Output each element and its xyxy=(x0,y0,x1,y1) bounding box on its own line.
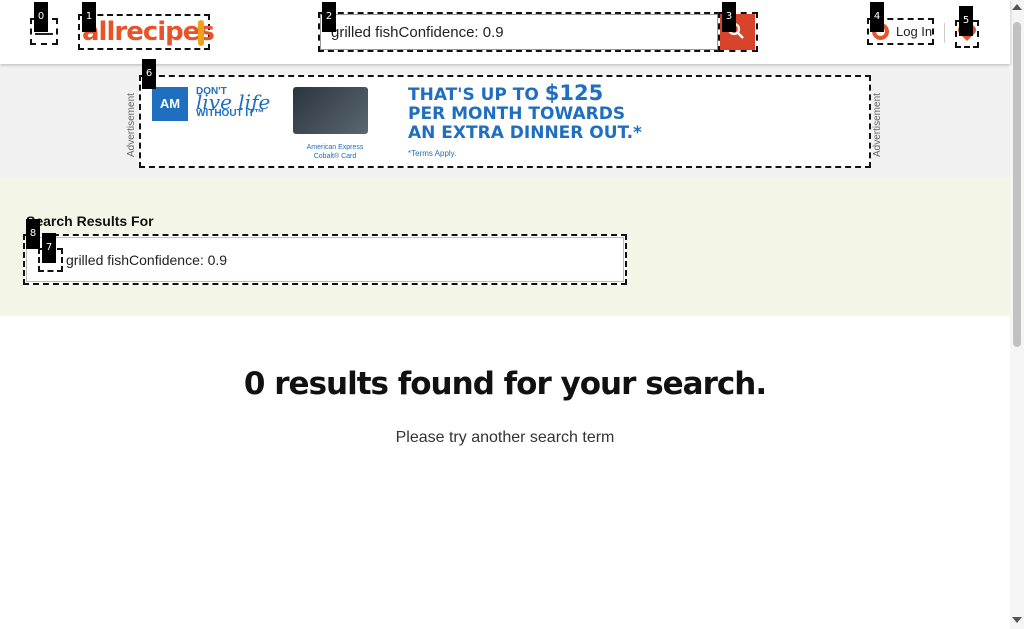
amex-logo: AM EX xyxy=(152,87,188,145)
scroll-down-arrow[interactable] xyxy=(1012,617,1022,623)
badge-3: 3 xyxy=(722,2,736,32)
badge-0: 0 xyxy=(34,2,48,32)
ad-label-left: Advertisement xyxy=(126,93,137,157)
badge-8: 8 xyxy=(26,219,40,249)
results-term: grilled fishConfidence: 0.9 xyxy=(66,252,228,268)
ad-headline: THAT'S UP TO $125 PER MONTH TOWARDS AN E… xyxy=(408,81,642,143)
spoon-icon xyxy=(198,20,204,46)
search-input[interactable] xyxy=(320,14,718,50)
card-label: American Express Cobalt® Card xyxy=(306,144,364,160)
scroll-thumb[interactable] xyxy=(1013,22,1021,347)
headline-line-2: PER MONTH TOWARDS xyxy=(408,104,626,124)
badge-1: 1 xyxy=(82,2,96,32)
badge-7: 7 xyxy=(42,233,56,263)
search-box xyxy=(318,12,720,52)
scroll-up-arrow[interactable] xyxy=(1012,4,1022,10)
header-divider xyxy=(944,23,945,43)
logo-text: allrecipes xyxy=(82,17,215,47)
badge-4: 4 xyxy=(870,2,884,32)
login-label: Log In xyxy=(896,24,933,39)
badge-6: 6 xyxy=(142,59,156,89)
no-results-subtext: Please try another search term xyxy=(395,429,615,446)
headline-pre: THAT'S UP TO xyxy=(408,85,545,105)
tagline-line-3: WITHOUT IT™ xyxy=(196,108,265,119)
tagline-line-2: live life xyxy=(196,90,271,114)
headline-amount: $125 xyxy=(544,81,604,105)
badge-5: 5 xyxy=(959,6,973,36)
badge-2: 2 xyxy=(322,2,336,32)
ad-label-right: Advertisement xyxy=(872,93,883,157)
ad-tagline: DON'T live life WITHOUT IT™ xyxy=(196,86,270,119)
hamburger-icon xyxy=(35,33,53,35)
ad-terms: *Terms Apply. xyxy=(408,149,457,158)
results-title: Search Results For xyxy=(26,213,154,229)
headline-line-3: AN EXTRA DINNER OUT.* xyxy=(408,123,642,143)
credit-card-image xyxy=(293,87,368,134)
no-results-heading: 0 results found for your search. xyxy=(243,366,767,402)
allrecipes-logo[interactable]: allrecipes xyxy=(78,14,215,50)
